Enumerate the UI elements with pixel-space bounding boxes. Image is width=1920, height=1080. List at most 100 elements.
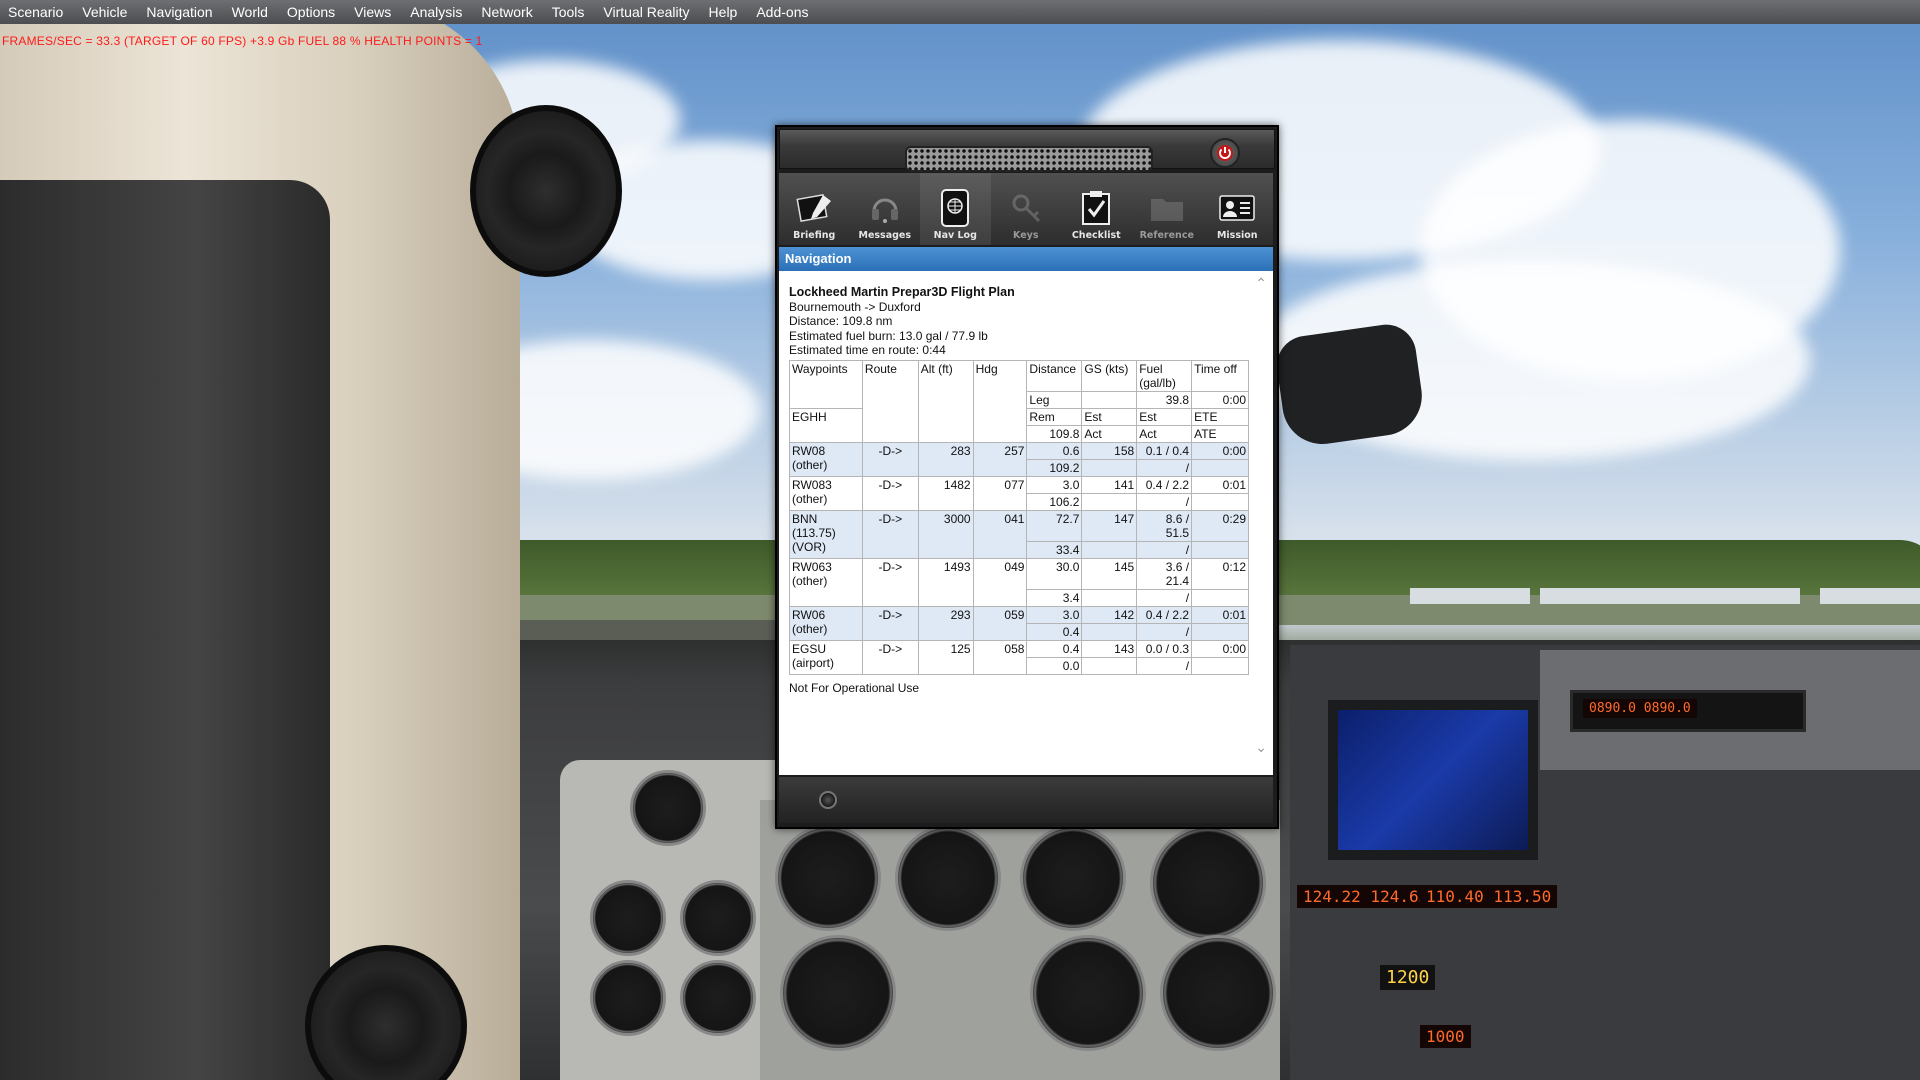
fuel-gauge	[590, 880, 666, 956]
tab-keys[interactable]: Keys	[991, 173, 1062, 245]
headset-icon	[866, 189, 904, 227]
hangar	[1820, 588, 1920, 604]
id-card-icon	[1218, 189, 1256, 227]
power-button[interactable]	[1210, 138, 1240, 168]
menu-views[interactable]: Views	[346, 0, 402, 24]
menu-scenario[interactable]: Scenario	[0, 0, 74, 24]
vsi-gauge	[1020, 825, 1126, 931]
disclaimer: Not For Operational Use	[789, 680, 920, 695]
subheader-act: Act	[1136, 424, 1193, 443]
power-icon	[1217, 145, 1233, 161]
col-header-alt: Alt (ft)	[917, 359, 974, 443]
menu-options[interactable]: Options	[279, 0, 346, 24]
scroll-up-arrow[interactable]: ⌃	[1255, 275, 1267, 292]
menu-virtual-reality[interactable]: Virtual Reality	[595, 0, 700, 24]
gps-moving-map	[1328, 700, 1538, 860]
table-row: BNN (113.75) (VOR) -D-> 3000 041 72.7 14…	[789, 509, 1249, 559]
menu-world[interactable]: World	[224, 0, 279, 24]
col-header-distance: Distance	[1026, 359, 1083, 392]
table-row: RW06 (other) -D-> 293 059 3.0 142 0.4 / …	[789, 605, 1249, 641]
efb-toolbar: Briefing Messages Nav Log Keys Checklist	[779, 173, 1273, 245]
waypoint-cell: RW083 (other)	[789, 475, 863, 511]
subheader-ate: ATE	[1191, 424, 1249, 443]
menu-tools[interactable]: Tools	[544, 0, 596, 24]
vacuum-gauge	[680, 960, 756, 1036]
efb-top-bezel	[779, 129, 1275, 172]
transponder-display: 1200	[1380, 965, 1436, 990]
scroll-down-arrow[interactable]: ⌄	[1255, 739, 1267, 756]
door-frame	[0, 180, 330, 1080]
efb-screen: Navigation ⌃ Lockheed Martin Prepar3D Fl…	[779, 247, 1273, 775]
sim-menu-bar: Scenario Vehicle Navigation World Option…	[0, 0, 1920, 24]
subheader-rem: Rem	[1026, 407, 1083, 426]
col-header-waypoints: Waypoints	[789, 359, 863, 409]
com-display: 124.22 124.65	[1297, 885, 1435, 908]
waypoint-cell: BNN (113.75) (VOR)	[789, 509, 863, 559]
origin-waypoint: EGHH	[789, 407, 863, 443]
flight-plan: Lockheed Martin Prepar3D Flight Plan Bou…	[789, 285, 1249, 695]
attitude-gauge	[775, 825, 881, 931]
electronic-flight-bag: Briefing Messages Nav Log Keys Checklist	[775, 125, 1279, 829]
subheader-est: Est	[1081, 407, 1138, 426]
speaker-grille	[905, 146, 1153, 172]
adf-display: 0890.0 0890.0	[1583, 699, 1697, 718]
rem-start: 109.8	[1026, 424, 1083, 443]
efb-bottom-bezel	[779, 777, 1273, 823]
flight-plan-title: Lockheed Martin Prepar3D Flight Plan	[789, 285, 1015, 299]
nav-log-table: Waypoints Route Alt (ft) Hdg Distance GS…	[789, 359, 1249, 675]
waypoint-cell: EGSU (airport)	[789, 639, 863, 675]
tab-briefing[interactable]: Briefing	[779, 173, 850, 245]
col-header-route: Route	[861, 359, 919, 443]
home-button[interactable]	[819, 791, 837, 809]
waypoint-cell: RW08 (other)	[789, 441, 863, 477]
table-row: RW08 (other) -D-> 283 257 0.6 158 0.1 / …	[789, 441, 1249, 477]
tab-messages[interactable]: Messages	[850, 173, 921, 245]
cockpit-door-pillar	[0, 0, 520, 1080]
menu-add-ons[interactable]: Add-ons	[748, 0, 819, 24]
tab-reference[interactable]: Reference	[1132, 173, 1203, 245]
egt-gauge	[590, 960, 666, 1036]
hangar	[1540, 588, 1800, 604]
waypoint-cell: RW063 (other)	[789, 557, 863, 607]
menu-analysis[interactable]: Analysis	[402, 0, 473, 24]
subheader-act: Act	[1081, 424, 1138, 443]
tachometer-gauge	[1030, 935, 1146, 1051]
flight-plan-route: Bournemouth -> Duxford	[789, 299, 921, 314]
table-row: EGSU (airport) -D-> 125 058 0.4 143 0.0 …	[789, 639, 1249, 675]
tab-mission[interactable]: Mission	[1202, 173, 1273, 245]
col-header-time-off: Time off	[1191, 359, 1249, 392]
tablet-globe-icon	[936, 189, 974, 227]
flight-plan-ete: Estimated time en route: 0:44	[789, 343, 946, 357]
flight-plan-distance: Distance: 109.8 nm	[789, 314, 893, 328]
subheader-est: Est	[1136, 407, 1193, 426]
airspeed-gauge	[780, 935, 896, 1051]
tab-checklist[interactable]: Checklist	[1061, 173, 1132, 245]
table-row: RW083 (other) -D-> 1482 077 3.0 141 0.4 …	[789, 475, 1249, 511]
altimeter-gauge	[1150, 825, 1266, 941]
checklist-icon	[1077, 189, 1115, 227]
table-header-row: Waypoints Route Alt (ft) Hdg Distance GS…	[789, 359, 1249, 443]
heading-gauge	[895, 825, 1001, 931]
col-header-gs: GS (kts)	[1081, 359, 1138, 392]
subheader-leg: Leg	[1026, 390, 1083, 409]
altitude-readout: 1000	[1420, 1025, 1471, 1048]
menu-network[interactable]: Network	[473, 0, 543, 24]
menu-help[interactable]: Help	[701, 0, 749, 24]
folder-icon	[1148, 189, 1186, 227]
table-row: RW063 (other) -D-> 1493 049 30.0 145 3.6…	[789, 557, 1249, 607]
subheader-ete: ETE	[1191, 407, 1249, 426]
fuel-start: 39.8	[1136, 390, 1193, 409]
nav-cdi-gauge	[1160, 935, 1276, 1051]
menu-vehicle[interactable]: Vehicle	[74, 0, 138, 24]
oil-gauge	[680, 880, 756, 956]
tab-nav-log[interactable]: Nav Log	[920, 173, 991, 245]
menu-navigation[interactable]: Navigation	[138, 0, 223, 24]
navigation-header: Navigation	[779, 247, 1273, 271]
hangar	[1410, 588, 1530, 604]
adf-radio: 0890.0 0890.0	[1570, 690, 1806, 732]
col-header-fuel: Fuel (gal/lb)	[1136, 359, 1193, 392]
time-start: 0:00	[1191, 390, 1249, 409]
frame-rate-status: FRAMES/SEC = 33.3 (TARGET OF 60 FPS) +3.…	[2, 34, 483, 48]
col-header-hdg: Hdg	[972, 359, 1028, 443]
waypoint-cell: RW06 (other)	[789, 605, 863, 641]
